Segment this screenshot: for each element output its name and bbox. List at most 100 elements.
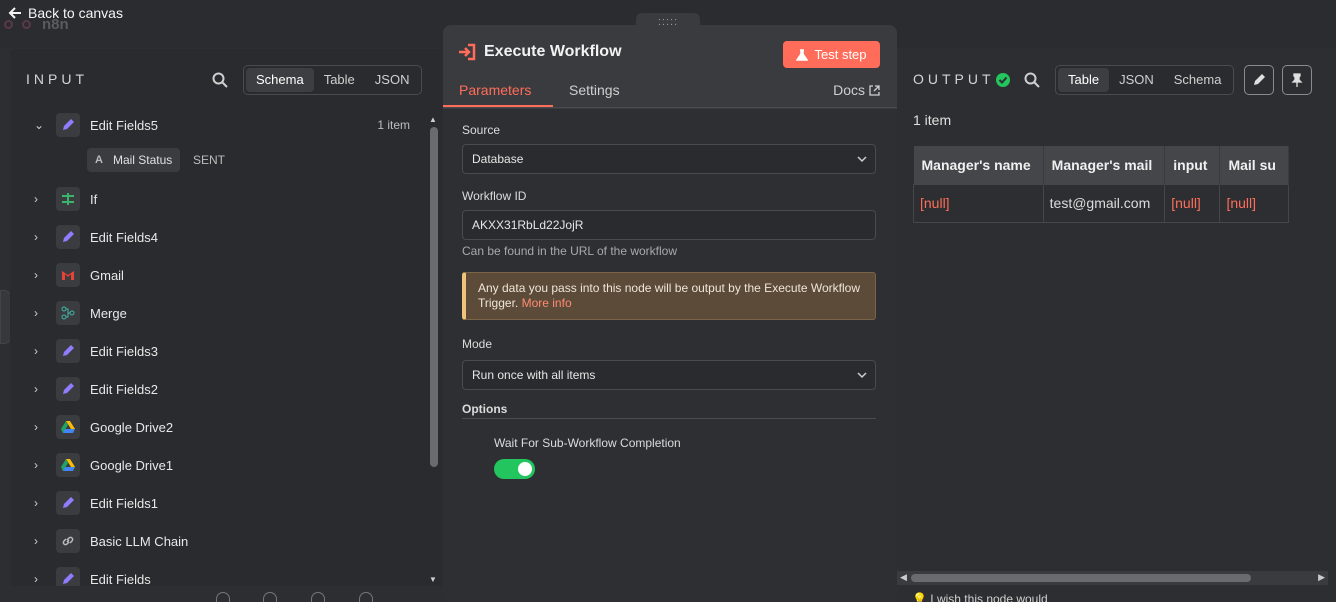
scrollbar-thumb[interactable] (911, 574, 1251, 582)
output-tab-table[interactable]: Table (1058, 68, 1110, 92)
gmail-icon (56, 263, 80, 287)
chevron-right-icon[interactable]: › (34, 192, 48, 206)
pencil-icon (1254, 74, 1265, 85)
options-label: Options (462, 402, 508, 416)
pencil-icon (56, 491, 80, 515)
lightbulb-icon: 💡 (912, 592, 927, 602)
chevron-right-icon[interactable]: › (34, 458, 48, 472)
toggle-knob (518, 462, 532, 476)
flask-icon (796, 48, 809, 61)
output-tab-json[interactable]: JSON (1109, 68, 1164, 92)
pencil-icon (56, 225, 80, 249)
chevron-right-icon[interactable]: › (34, 534, 48, 548)
input-tab-schema[interactable]: Schema (246, 68, 314, 92)
chevron-right-icon[interactable]: › (34, 496, 48, 510)
wait-label: Wait For Sub-Workflow Completion (494, 436, 681, 450)
chevron-down-icon[interactable]: ⌄ (34, 118, 48, 132)
tab-settings[interactable]: Settings (569, 82, 620, 98)
output-tab-schema[interactable]: Schema (1164, 68, 1232, 92)
schema-node-row[interactable]: › Google Drive2 (10, 408, 420, 446)
success-check-icon (996, 73, 1010, 87)
scroll-down-icon[interactable]: ▼ (429, 575, 437, 584)
node-name: Google Drive2 (90, 419, 174, 435)
scrollbar-thumb[interactable] (430, 127, 438, 467)
column-header: input (1164, 146, 1221, 184)
pencil-icon (56, 339, 80, 363)
source-value: Database (472, 152, 524, 166)
schema-node-row[interactable]: › If (10, 180, 420, 218)
scroll-up-icon[interactable]: ▲ (429, 115, 437, 124)
chevron-right-icon[interactable]: › (34, 268, 48, 282)
output-title: OUTPUT (913, 71, 995, 87)
node-name: Edit Fields3 (90, 343, 158, 359)
table-cell[interactable]: [null] (1164, 183, 1221, 223)
node-name: Gmail (90, 267, 124, 283)
schema-node-row[interactable]: › Edit Fields4 (10, 218, 420, 256)
table-cell[interactable]: test@gmail.com (1042, 183, 1166, 223)
zoom-fit-icon[interactable] (216, 592, 230, 602)
pencil-icon (56, 567, 80, 586)
schema-node-row[interactable]: › Basic LLM Chain (10, 522, 420, 560)
chevron-right-icon[interactable]: › (34, 344, 48, 358)
chevron-right-icon[interactable]: › (34, 306, 48, 320)
schema-node-row[interactable]: › Edit Fields3 (10, 332, 420, 370)
workflow-id-input[interactable]: AKXX31RbLd22JojR (462, 210, 876, 240)
source-select[interactable]: Database (462, 144, 876, 174)
test-step-button[interactable]: Test step (783, 41, 880, 68)
wait-toggle[interactable] (494, 459, 535, 479)
feedback-prompt[interactable]: 💡 I wish this node would (912, 592, 1048, 602)
search-icon[interactable] (212, 72, 228, 88)
output-table: Manager's name Manager's mail input Mail su… (913, 146, 1289, 223)
docs-link[interactable]: Docs (833, 82, 880, 98)
source-label: Source (462, 123, 501, 137)
zoom-in-icon[interactable] (263, 592, 277, 602)
node-name: Edit Fields1 (90, 495, 158, 511)
input-tab-table[interactable]: Table (314, 68, 365, 92)
schema-node-edit-fields5[interactable]: ⌄ Edit Fields5 1 item (10, 106, 420, 144)
execute-workflow-icon (459, 43, 476, 61)
feedback-text: I wish this node would (930, 592, 1048, 602)
chevron-right-icon[interactable]: › (34, 230, 48, 244)
scroll-right-icon[interactable]: ▶ (1318, 572, 1325, 583)
node-title[interactable]: Execute Workflow (484, 43, 622, 61)
mode-select[interactable]: Run once with all items (462, 360, 876, 390)
edit-output-button[interactable] (1244, 65, 1274, 95)
node-tabs: Parameters Settings Docs (443, 75, 897, 108)
search-icon[interactable] (1024, 72, 1040, 88)
zoom-out-icon[interactable] (311, 592, 325, 602)
schema-node-row[interactable]: › Edit Fields2 (10, 370, 420, 408)
input-scrollbar[interactable]: ▲ ▼ (427, 113, 441, 586)
google-drive-icon (56, 415, 80, 439)
back-to-canvas-link[interactable]: Back to canvas (8, 5, 123, 21)
output-horizontal-scrollbar[interactable]: ◀ ▶ (897, 571, 1328, 585)
table-cell[interactable]: [null] (913, 183, 1044, 223)
node-name: If (90, 191, 98, 207)
node-name: Basic LLM Chain (90, 533, 189, 549)
pin-output-button[interactable] (1282, 65, 1312, 95)
chevron-right-icon[interactable]: › (34, 572, 48, 586)
input-tab-json[interactable]: JSON (365, 68, 420, 92)
chevron-right-icon[interactable]: › (34, 420, 48, 434)
chevron-right-icon[interactable]: › (34, 382, 48, 396)
scroll-left-icon[interactable]: ◀ (900, 572, 907, 583)
schema-node-row[interactable]: › Edit Fields (10, 560, 420, 586)
options-divider (462, 418, 876, 419)
pencil-icon (56, 113, 80, 137)
schema-node-row[interactable]: › Google Drive1 (10, 446, 420, 484)
reset-zoom-icon[interactable] (359, 592, 373, 602)
chevron-down-icon (857, 372, 867, 379)
node-name: Edit Fields2 (90, 381, 158, 397)
table-cell[interactable]: [null] (1219, 183, 1289, 223)
logo-node-icon (4, 20, 13, 29)
schema-node-row[interactable]: › Gmail (10, 256, 420, 294)
node-header: Execute Workflow (458, 43, 622, 61)
back-label: Back to canvas (28, 5, 123, 21)
workflow-id-value: AKXX31RbLd22JojR (472, 218, 584, 232)
string-type-icon: A (95, 154, 103, 166)
more-info-link[interactable]: More info (522, 296, 572, 310)
arrow-left-icon (8, 7, 21, 19)
schema-field-chip[interactable]: A Mail Status (87, 148, 181, 172)
schema-node-row[interactable]: › Merge (10, 294, 420, 332)
tab-parameters[interactable]: Parameters (459, 82, 531, 98)
schema-node-row[interactable]: › Edit Fields1 (10, 484, 420, 522)
